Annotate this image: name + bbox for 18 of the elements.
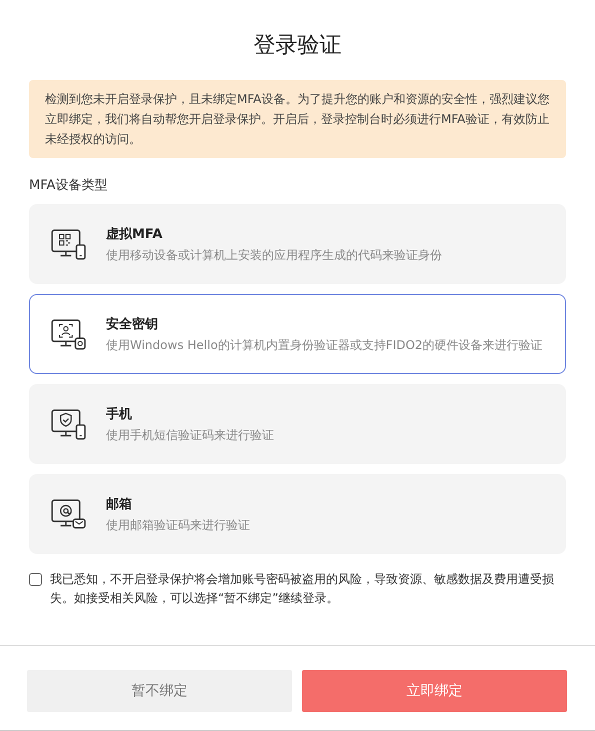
acknowledge-checkbox[interactable] [29,573,42,586]
device-option-card[interactable]: 邮箱 使用邮箱验证码来进行验证 [29,474,566,554]
option-description: 使用邮箱验证码来进行验证 [106,516,250,534]
device-option-card[interactable]: 虚拟MFA 使用移动设备或计算机上安装的应用程序生成的代码来验证身份 [29,204,566,284]
skip-button[interactable]: 暂不绑定 [27,670,292,712]
option-title: 手机 [106,406,133,422]
option-description: 使用移动设备或计算机上安装的应用程序生成的代码来验证身份 [106,246,442,264]
option-title: 邮箱 [106,496,133,512]
option-description: 使用手机短信验证码来进行验证 [106,426,274,444]
device-option-card[interactable]: 安全密钥 使用Windows Hello的计算机内置身份验证器或支持FIDO2的硬件设备来进行验证 [29,294,566,374]
dialog-title: 登录验证 [252,32,342,60]
device-option-card[interactable]: 手机 使用手机短信验证码来进行验证 [29,384,566,464]
warning-notice: 检测到您未开启登录保护，且未绑定MFA设备。为了提升您的账户和资源的安全性，强烈建议您立即绑定，我们将自动帮您开启登录保护。开启后，登录控制台时必须进行MFA验证，有效防止未经授权的访问。 [29,80,566,158]
option-title: 安全密钥 [106,316,159,332]
option-description: 使用Windows Hello的计算机内置身份验证器或支持FIDO2的硬件设备来进行验证 [106,336,543,354]
section-label: MFA设备类型 [29,177,108,194]
acknowledge-text: 我已悉知，不开启登录保护将会增加账号密码被盗用的风险，导致资源、敏感数据及费用遭受损失。如接受相关风险，可以选择“暂不绑定”继续登录。 [50,571,555,607]
option-title: 虚拟MFA [106,226,164,242]
